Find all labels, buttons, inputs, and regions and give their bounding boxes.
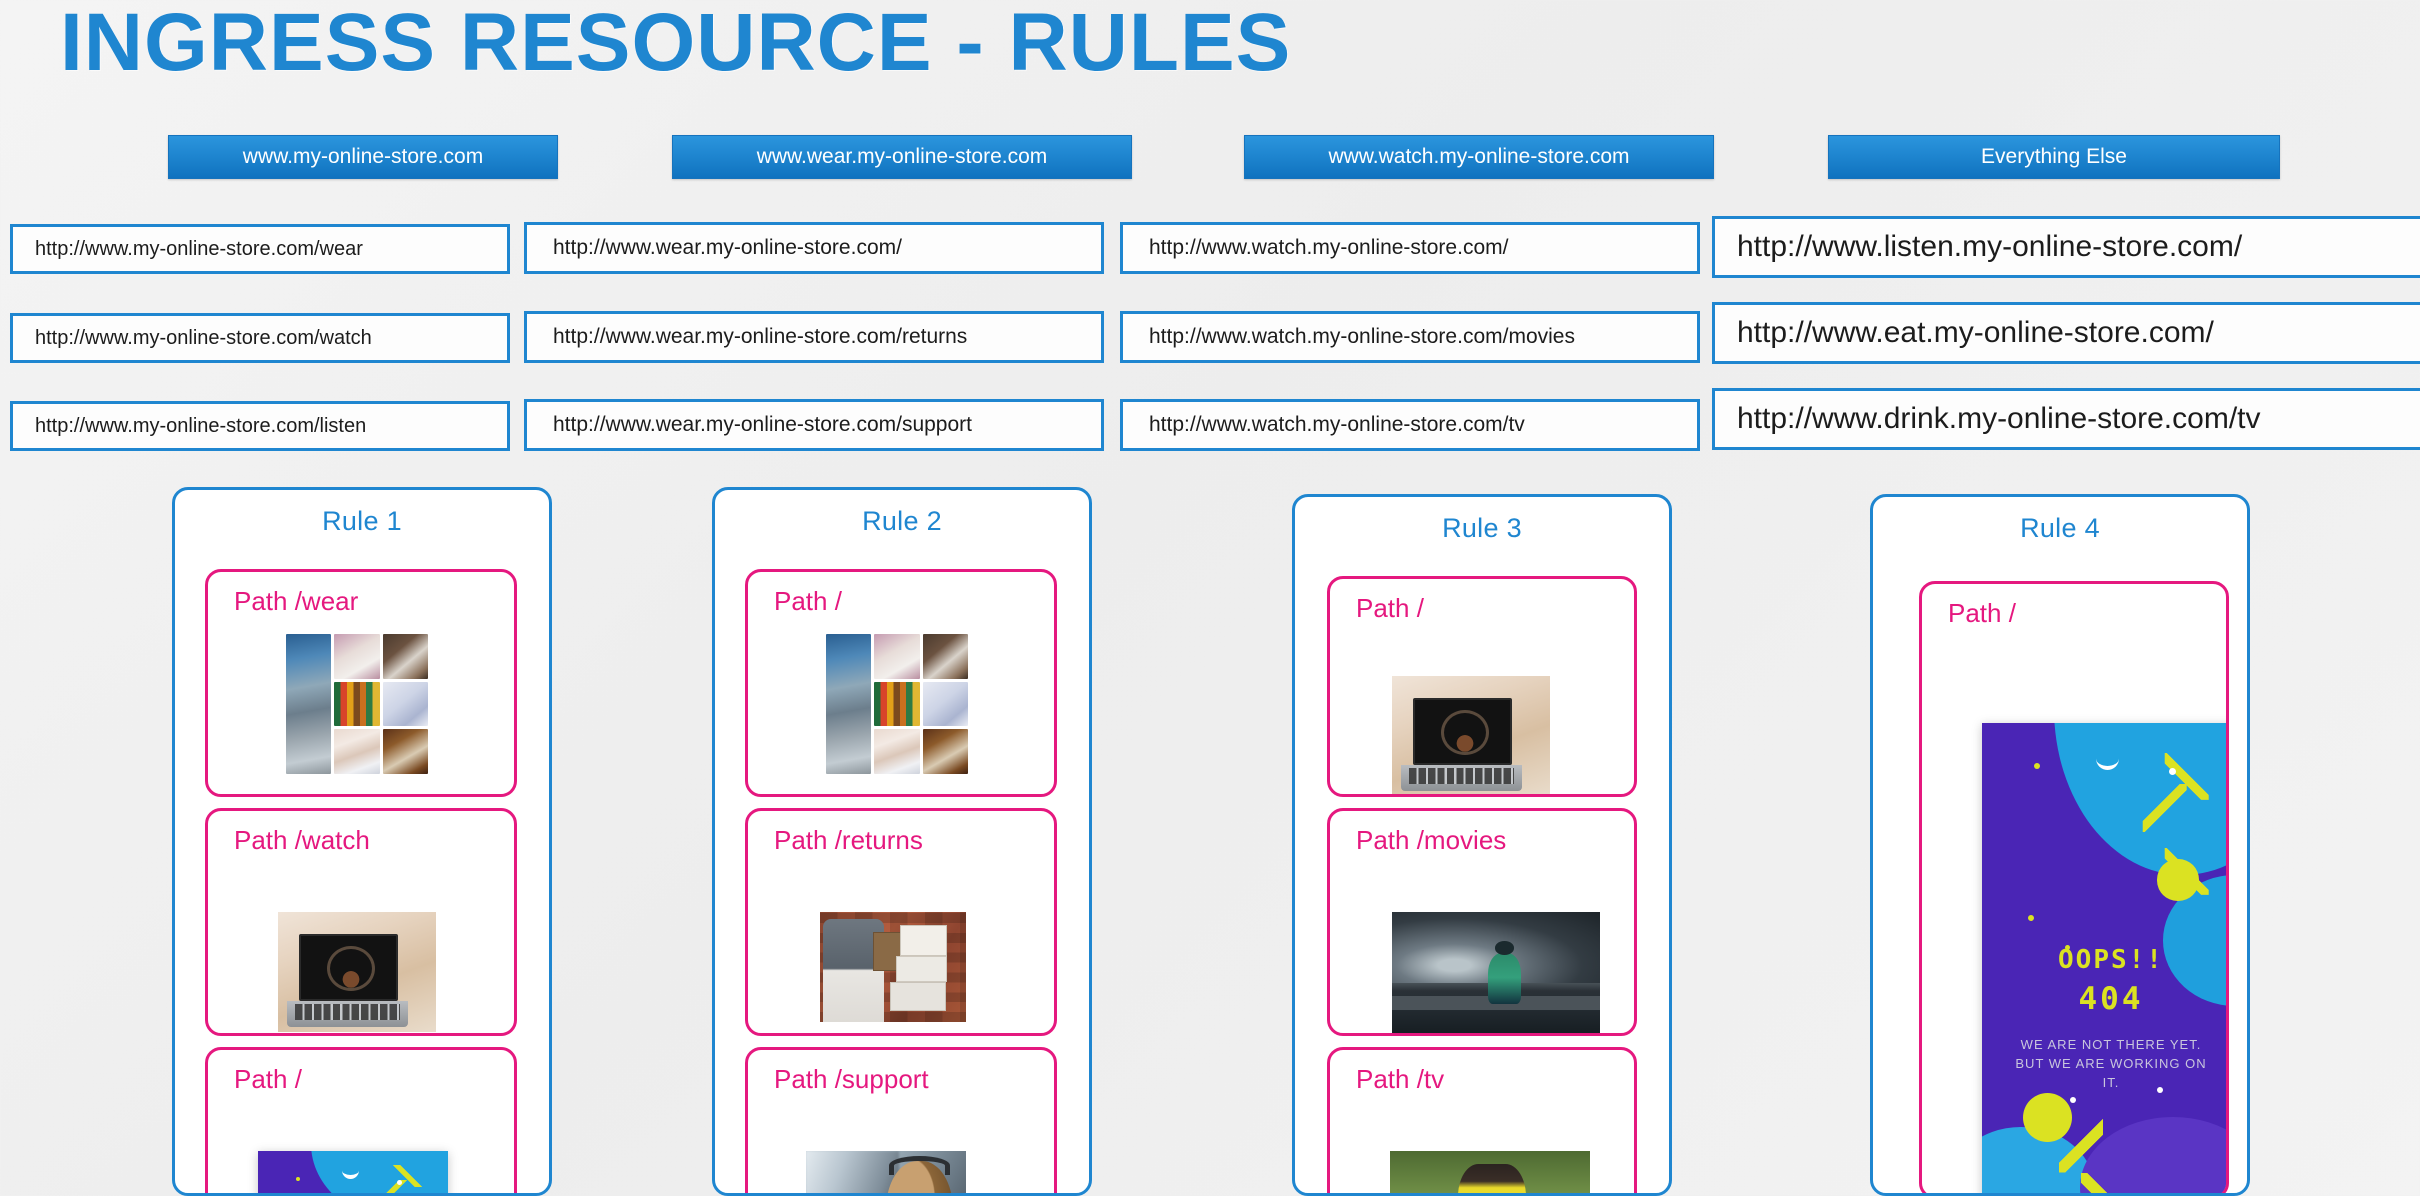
url-box-col4-row3[interactable]: http://www.drink.my-online-store.com/tv [1712,388,2420,450]
returns-boxes-image [820,912,966,1022]
error-headline: OOPS!! [2058,945,2164,976]
path-label: Path /support [774,1064,929,1094]
laptop-video-image [278,912,436,1032]
url-box-col3-row1[interactable]: http://www.watch.my-online-store.com/ [1120,222,1700,274]
url-text: http://www.eat.my-online-store.com/ [1737,316,2214,349]
url-box-col1-row2[interactable]: http://www.my-online-store.com/watch [10,313,510,363]
rule-title: Rule 2 [862,506,942,536]
domain-button-everything-else[interactable]: Everything Else [1828,135,2280,179]
url-text: http://www.my-online-store.com/watch [35,326,372,349]
rule-title: Rule 3 [1442,513,1522,543]
rule-title: Rule 4 [2020,513,2100,543]
page-title: INGRESS RESOURCE - RULES [60,0,1292,88]
clothing-collage-image [826,634,968,774]
url-text: http://www.my-online-store.com/wear [35,237,363,260]
tv-runner-image [1390,1151,1590,1193]
domain-button-my-online-store[interactable]: www.my-online-store.com [168,135,558,179]
rule-card-2: Rule 2 Path / Path /returns Path /suppor… [712,487,1092,1196]
error-code: 404 [2078,980,2144,1017]
url-text: http://www.my-online-store.com/listen [35,414,367,437]
url-text: http://www.watch.my-online-store.com/mov… [1149,325,1575,348]
path-label: Path / [1948,598,2016,628]
path-label: Path /movies [1356,825,1507,855]
path-label: Path /returns [774,825,923,855]
path-card-movies[interactable]: Path /movies [1327,808,1637,1036]
error-message: WE ARE NOT THERE YET. BUT WE ARE WORKING… [2015,1037,2207,1090]
path-card-root-1[interactable]: Path / OOPS!! 404 WE ARE NOT THERE YET. … [205,1047,517,1193]
movies-night-image [1392,912,1600,1033]
url-box-col3-row3[interactable]: http://www.watch.my-online-store.com/tv [1120,399,1700,451]
url-text: http://www.wear.my-online-store.com/supp… [553,413,972,436]
url-text: http://www.watch.my-online-store.com/ [1149,236,1509,259]
support-headset-image [806,1151,966,1193]
path-label: Path /wear [234,586,359,616]
url-text: http://www.drink.my-online-store.com/tv [1737,402,2261,435]
path-label: Path /tv [1356,1064,1445,1094]
path-card-root-4[interactable]: Path / OOPS!! 404 WE ARE NOT THERE YET. … [1919,581,2229,1193]
url-box-col1-row3[interactable]: http://www.my-online-store.com/listen [10,401,510,451]
rule-card-4: Rule 4 Path / OOPS!! 404 WE ARE NOT THER… [1870,494,2250,1196]
rule-card-1: Rule 1 Path /wear Path /watch Path / OOP… [172,487,552,1196]
url-box-col4-row2[interactable]: http://www.eat.my-online-store.com/ [1712,302,2420,364]
path-card-wear[interactable]: Path /wear [205,569,517,797]
rule-title: Rule 1 [322,506,402,536]
rule-card-3: Rule 3 Path / Path /movies Path /tv [1292,494,1672,1196]
path-card-root-2[interactable]: Path / [745,569,1057,797]
domain-button-wear-my-online-store[interactable]: www.wear.my-online-store.com [672,135,1132,179]
path-label: Path / [234,1064,302,1094]
path-card-returns[interactable]: Path /returns [745,808,1057,1036]
url-box-col2-row3[interactable]: http://www.wear.my-online-store.com/supp… [524,399,1104,451]
url-box-col2-row2[interactable]: http://www.wear.my-online-store.com/retu… [524,311,1104,363]
url-text: http://www.wear.my-online-store.com/ [553,236,902,259]
path-card-tv[interactable]: Path /tv [1327,1047,1637,1193]
url-text: http://www.watch.my-online-store.com/tv [1149,413,1525,436]
url-box-col1-row1[interactable]: http://www.my-online-store.com/wear [10,224,510,274]
path-card-support[interactable]: Path /support [745,1047,1057,1193]
url-box-col3-row2[interactable]: http://www.watch.my-online-store.com/mov… [1120,311,1700,363]
path-label: Path /watch [234,825,370,855]
path-card-watch[interactable]: Path /watch [205,808,517,1036]
url-text: http://www.listen.my-online-store.com/ [1737,230,2243,263]
error-404-image: OOPS!! 404 WE ARE NOT THERE YET. BUT WE … [258,1151,448,1193]
path-card-root-3[interactable]: Path / [1327,576,1637,797]
path-label: Path / [774,586,842,616]
url-box-col4-row1[interactable]: http://www.listen.my-online-store.com/ [1712,216,2420,278]
path-label: Path / [1356,593,1424,623]
error-404-image: OOPS!! 404 WE ARE NOT THERE YET. BUT WE … [1982,723,2226,1193]
url-text: http://www.wear.my-online-store.com/retu… [553,325,968,348]
clothing-collage-image [286,634,428,774]
laptop-video-image [1392,676,1550,794]
domain-button-watch-my-online-store[interactable]: www.watch.my-online-store.com [1244,135,1714,179]
url-box-col2-row1[interactable]: http://www.wear.my-online-store.com/ [524,222,1104,274]
